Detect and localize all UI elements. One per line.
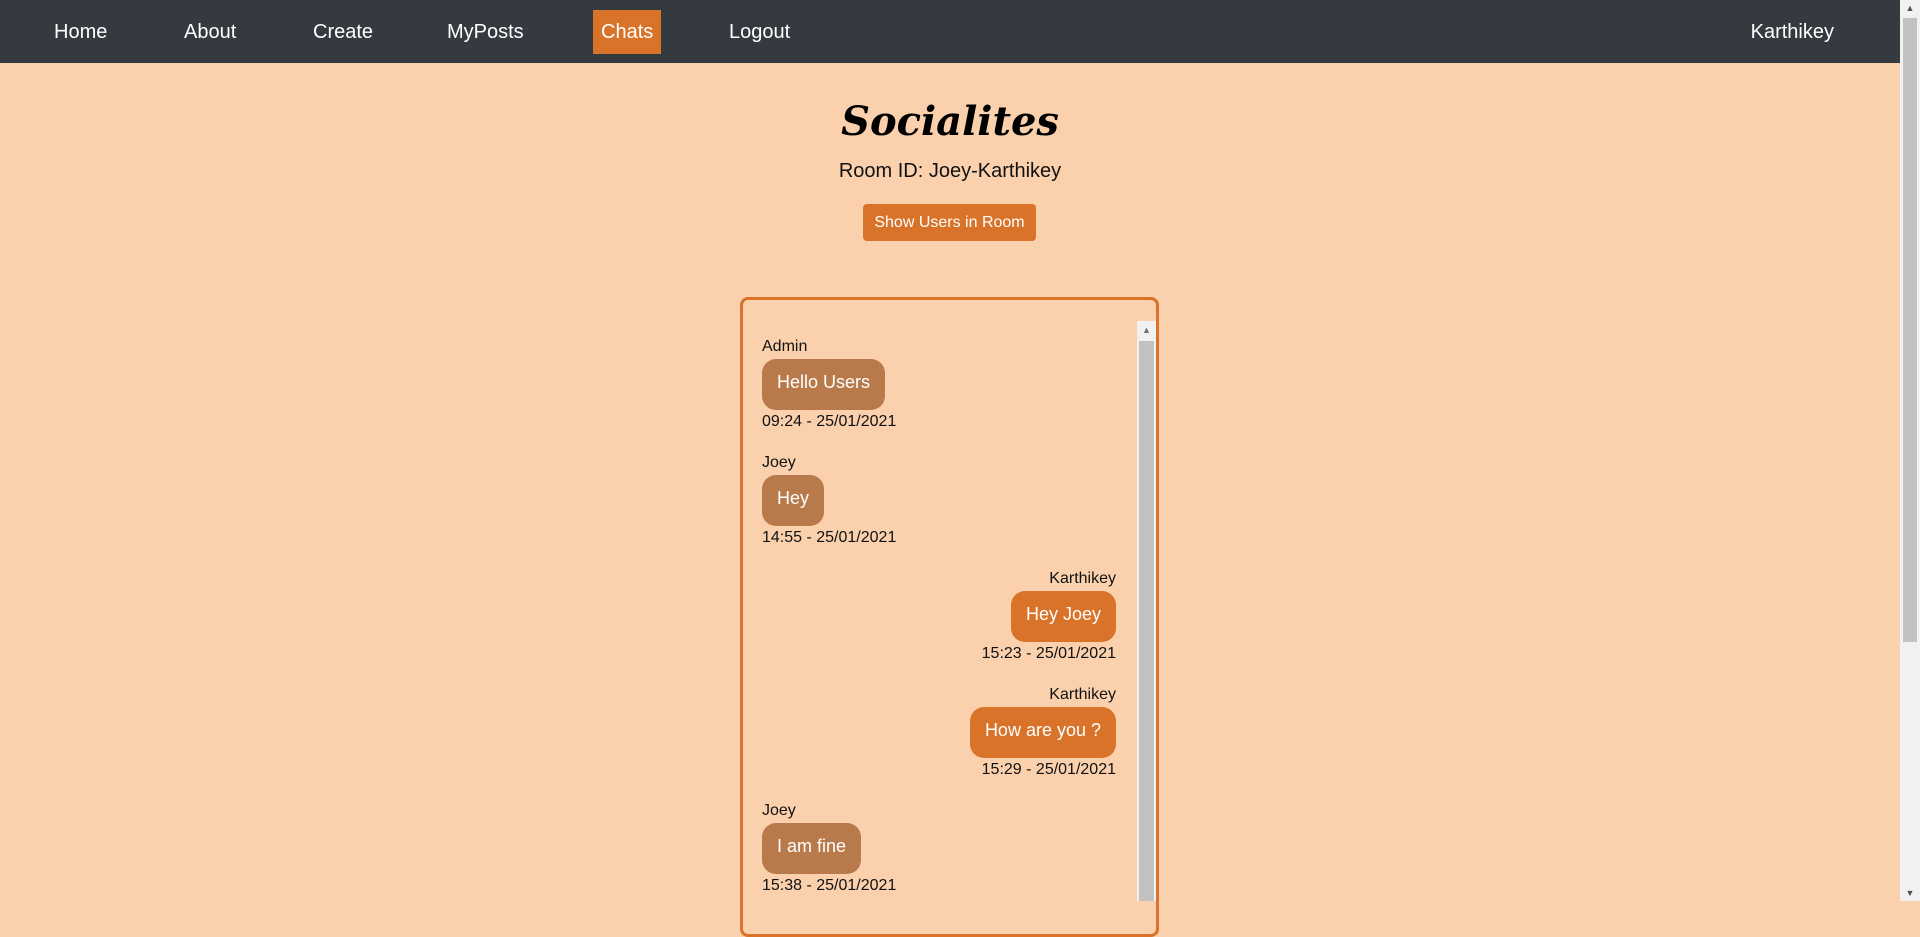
message-sender: Joey: [762, 454, 796, 471]
chat-scrollbar[interactable]: ▲: [1137, 321, 1156, 901]
show-users-button[interactable]: Show Users in Room: [863, 204, 1036, 241]
nav-chats-link[interactable]: Chats: [593, 10, 662, 54]
page-scrollbar[interactable]: ▲ ▼: [1900, 0, 1920, 901]
message-sender: Joey: [762, 802, 796, 819]
message-bubble: Hey Joey: [1010, 591, 1116, 642]
nav-user-link[interactable]: Karthikey: [1743, 10, 1842, 54]
message-time: 14:55 - 25/01/2021: [762, 529, 897, 546]
message-item: Karthikey How are you ? 15:29 - 25/01/20…: [762, 685, 1116, 780]
nav-about-link[interactable]: About: [176, 10, 244, 54]
brand-title: Socialites: [841, 98, 1059, 145]
message-bubble: I am fine: [762, 823, 862, 874]
message-time: 09:24 - 25/01/2021: [762, 413, 897, 430]
nav-home-link[interactable]: Home: [46, 10, 115, 54]
message-sender: Karthikey: [1049, 686, 1116, 703]
message-bubble: Hey: [762, 475, 825, 526]
message-item: Joey I am fine 15:38 - 25/01/2021: [762, 801, 1116, 896]
message-item: Admin Hello Users 09:24 - 25/01/2021: [762, 337, 1116, 432]
nav-myposts-link[interactable]: MyPosts: [439, 10, 532, 54]
message-time: 15:38 - 25/01/2021: [762, 877, 897, 894]
scroll-up-icon[interactable]: ▲: [1900, 0, 1920, 16]
navbar: Home About Create MyPosts Chats Logout K…: [0, 0, 1900, 63]
message-item: Karthikey Hey Joey 15:23 - 25/01/2021: [762, 569, 1116, 664]
message-item: Joey Hey 14:55 - 25/01/2021: [762, 453, 1116, 548]
scroll-down-icon[interactable]: ▼: [1900, 885, 1920, 901]
message-time: 15:23 - 25/01/2021: [981, 645, 1116, 662]
nav-logout-link[interactable]: Logout: [721, 10, 798, 54]
chat-scrollbar-thumb[interactable]: [1139, 341, 1154, 901]
nav-create-link[interactable]: Create: [305, 10, 381, 54]
message-bubble: Hello Users: [762, 359, 886, 410]
message-bubble: How are you ?: [969, 707, 1116, 758]
message-sender: Karthikey: [1049, 570, 1116, 587]
message-time: 15:29 - 25/01/2021: [981, 761, 1116, 778]
page-scrollbar-thumb[interactable]: [1903, 18, 1917, 642]
room-id: Room ID: Joey-Karthikey: [838, 160, 1062, 182]
chat-scroll-up-icon[interactable]: ▲: [1137, 321, 1156, 339]
message-sender: Admin: [762, 338, 808, 355]
